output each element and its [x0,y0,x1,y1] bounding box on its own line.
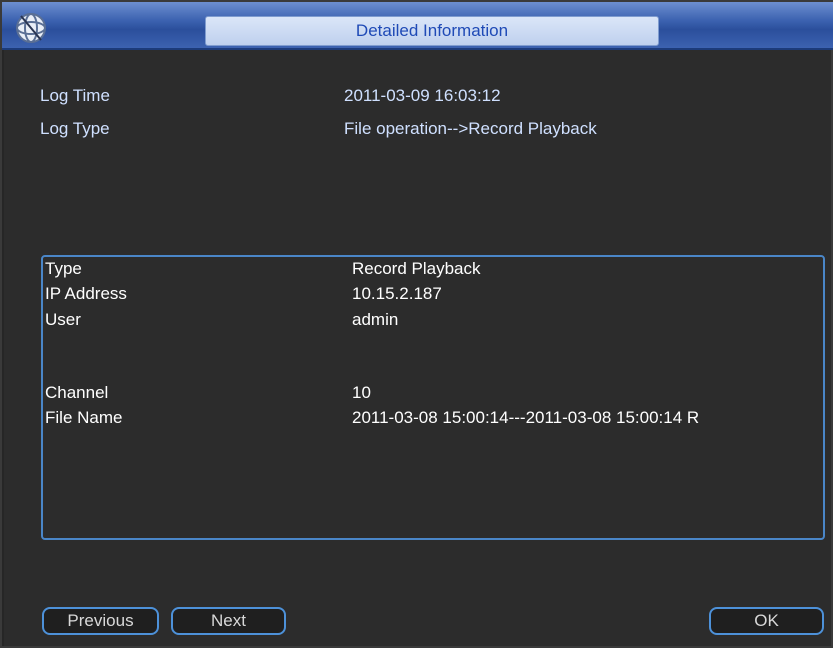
ok-button[interactable]: OK [709,607,824,635]
file-name-label: File Name [45,408,123,427]
ip-address-value: 10.15.2.187 [352,284,442,303]
log-type-label: Log Type [40,119,110,138]
type-label: Type [45,259,82,278]
file-name-value: 2011-03-08 15:00:14---2011-03-08 15:00:1… [352,408,700,427]
channel-label: Channel [45,383,109,402]
next-button[interactable]: Next [171,607,286,635]
ip-address-label: IP Address [45,284,127,303]
previous-button[interactable]: Previous [42,607,159,635]
content-area: Log Time 2011-03-09 16:03:12 Log Type Fi… [4,50,831,646]
log-time-label: Log Time [40,86,110,105]
dvr-logo-icon [12,8,50,46]
title-bar: Detailed Information [2,2,833,50]
channel-value: 10 [352,383,371,402]
log-type-value: File operation-->Record Playback [344,119,597,138]
user-label: User [45,310,81,329]
user-value: admin [352,310,399,329]
detail-panel: Type Record Playback IP Address 10.15.2.… [41,255,825,540]
log-time-value: 2011-03-09 16:03:12 [344,86,501,105]
window-title: Detailed Information [205,16,659,46]
detail-window: Detailed Information Log Time 2011-03-09… [0,0,833,648]
type-value: Record Playback [352,259,481,278]
